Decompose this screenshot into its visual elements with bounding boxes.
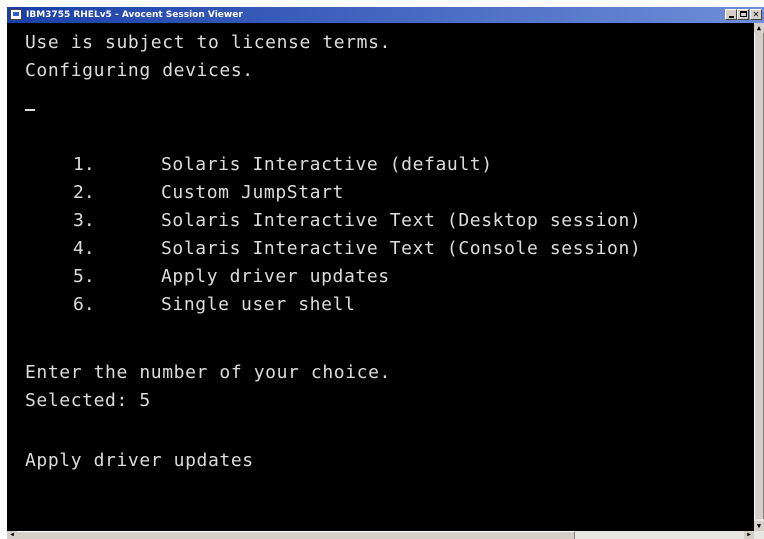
vertical-scrollbar[interactable]: ▲ ▼ — [754, 23, 764, 531]
maximize-button[interactable] — [737, 9, 749, 20]
horizontal-scroll-thumb[interactable] — [17, 531, 575, 539]
menu-item-label: Single user shell — [161, 294, 356, 315]
scroll-right-icon[interactable]: ▶ — [744, 531, 754, 539]
terminal-selected: Selected: 5 — [25, 390, 151, 411]
window-title: IBM3755 RHELv5 - Avocent Session Viewer — [26, 10, 243, 20]
terminal-result: Apply driver updates — [25, 450, 254, 471]
menu-item-label: Solaris Interactive Text (Console sessio… — [161, 238, 642, 259]
menu-item-label: Solaris Interactive (default) — [161, 154, 493, 175]
menu-item-number: 1. — [73, 154, 95, 175]
session-viewer-window: IBM3755 RHELv5 - Avocent Session Viewer … — [7, 7, 764, 539]
title-bar[interactable]: IBM3755 RHELv5 - Avocent Session Viewer … — [7, 7, 764, 23]
scroll-down-icon[interactable]: ▼ — [754, 521, 764, 531]
menu-item-label: Solaris Interactive Text (Desktop sessio… — [161, 210, 642, 231]
menu-item-number: 5. — [73, 266, 95, 287]
menu-item-number: 3. — [73, 210, 95, 231]
terminal-screen[interactable]: Use is subject to license terms. Configu… — [7, 23, 754, 531]
close-button[interactable]: ✕ — [750, 9, 762, 20]
horizontal-scrollbar[interactable]: ◀ ▶ — [7, 531, 764, 539]
menu-item-label: Apply driver updates — [161, 266, 390, 287]
scroll-up-icon[interactable]: ▲ — [754, 23, 764, 33]
menu-item-number: 4. — [73, 238, 95, 259]
maximize-icon — [740, 11, 747, 17]
minimize-button[interactable] — [725, 9, 737, 20]
menu-item-number: 6. — [73, 294, 95, 315]
menu-item-label: Custom JumpStart — [161, 182, 344, 203]
terminal-cursor — [25, 109, 35, 111]
scroll-left-icon[interactable]: ◀ — [7, 531, 17, 539]
app-icon[interactable] — [10, 9, 22, 20]
close-icon: ✕ — [752, 10, 760, 19]
terminal-line: Use is subject to license terms. — [25, 32, 391, 53]
terminal-prompt: Enter the number of your choice. — [25, 362, 391, 383]
terminal-line: Configuring devices. — [25, 60, 254, 81]
menu-item-number: 2. — [73, 182, 95, 203]
vertical-scroll-thumb[interactable] — [754, 33, 764, 519]
minimize-icon — [729, 16, 734, 18]
